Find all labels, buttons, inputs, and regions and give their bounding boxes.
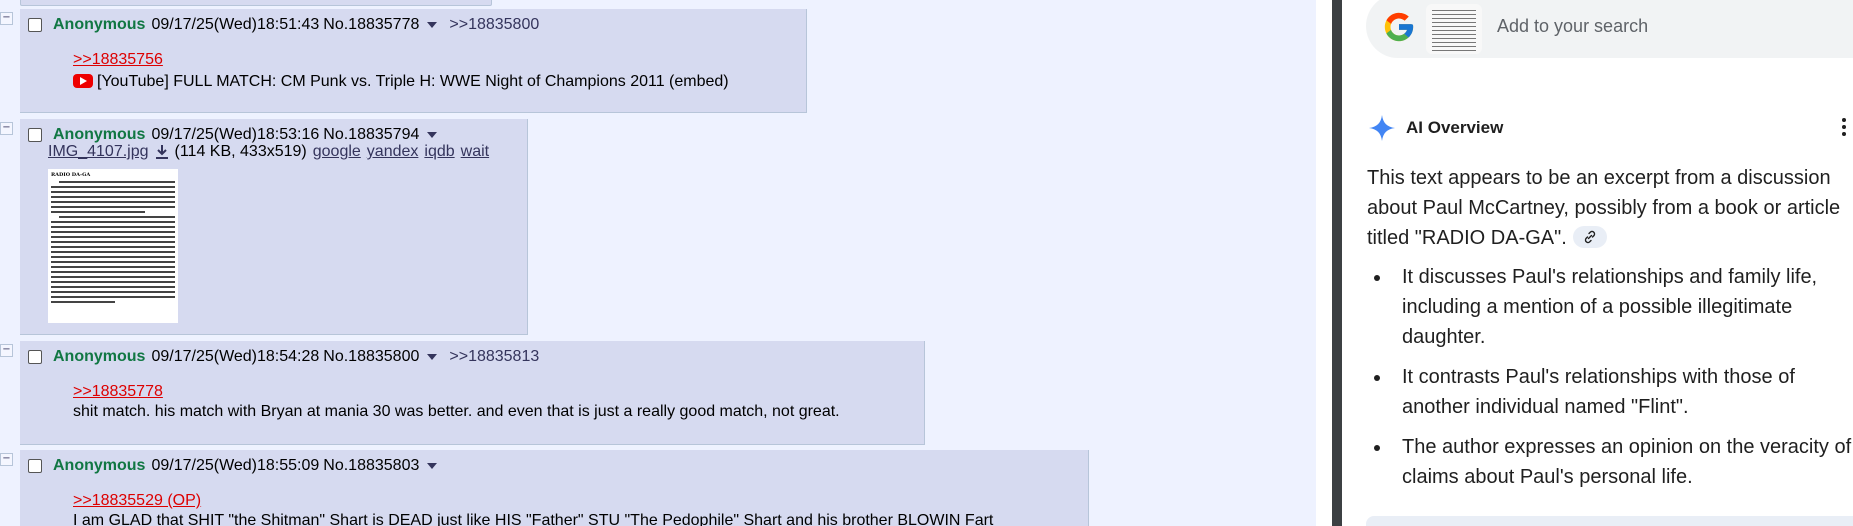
ai-overview-summary: This text appears to be an excerpt from …: [1367, 163, 1853, 253]
quote-link[interactable]: >>18835529 (OP): [73, 492, 201, 510]
search-wait-link[interactable]: wait: [461, 143, 489, 161]
post-menu-caret-icon[interactable]: [427, 354, 438, 360]
poster-name: Anonymous: [53, 16, 146, 33]
post-info: Anonymous 09/17/25(Wed)18:54:28 No.18835…: [28, 345, 539, 369]
download-icon[interactable]: [155, 144, 169, 160]
next-section-edge: [1366, 516, 1853, 526]
ai-overview-title: AI Overview: [1406, 118, 1504, 137]
post-number[interactable]: No.18835778: [323, 16, 419, 34]
post-number[interactable]: No.18835803: [323, 457, 419, 475]
post-info: Anonymous 09/17/25(Wed)18:51:43 No.18835…: [28, 13, 539, 37]
search-google-link[interactable]: google: [313, 143, 361, 161]
post-checkbox[interactable]: [28, 128, 42, 142]
search-input[interactable]: Add to your search: [1497, 16, 1648, 37]
post-message: I am GLAD that SHIT "the Shitman" Shart …: [73, 512, 994, 526]
post-datetime: 09/17/25(Wed)18:51:43: [151, 16, 320, 33]
post-menu-caret-icon[interactable]: [427, 463, 438, 469]
file-info: IMG_4107.jpg (114 KB, 433x519) google ya…: [48, 143, 495, 161]
reply-post: Anonymous 09/17/25(Wed)18:55:09 No.18835…: [20, 450, 1089, 526]
thumbnail-title: RADIO DA-GA: [51, 172, 91, 178]
list-item: It discusses Paul's relationships and fa…: [1374, 262, 1853, 352]
post-checkbox[interactable]: [28, 350, 42, 364]
reply-post: Anonymous 09/17/25(Wed)18:53:16 No.18835…: [20, 119, 528, 335]
search-image-thumbnail[interactable]: [1426, 4, 1482, 54]
file-meta: (114 KB, 433x519): [174, 143, 307, 160]
ai-overview-header: AI Overview: [1368, 114, 1503, 142]
google-side-panel: Add to your search AI Overview This text…: [1342, 0, 1853, 526]
post-menu-caret-icon[interactable]: [427, 132, 438, 138]
google-logo-icon: [1384, 12, 1414, 42]
list-item: The author expresses an opinion on the v…: [1374, 432, 1853, 492]
quote-link[interactable]: >>18835778: [73, 383, 163, 401]
search-yandex-link[interactable]: yandex: [367, 143, 419, 161]
previous-post-edge: [20, 0, 492, 6]
post-message: shit match. his match with Bryan at mani…: [73, 403, 840, 420]
post-datetime: 09/17/25(Wed)18:53:16: [151, 126, 320, 143]
hide-post-icon[interactable]: −: [0, 12, 13, 25]
poster-name: Anonymous: [53, 126, 146, 143]
youtube-embed-text[interactable]: [YouTube] FULL MATCH: CM Punk vs. Triple…: [97, 73, 729, 90]
reply-post: Anonymous 09/17/25(Wed)18:51:43 No.18835…: [20, 9, 807, 113]
hide-post-icon[interactable]: −: [0, 122, 13, 135]
backlink[interactable]: >>18835800: [449, 16, 539, 34]
post-info: Anonymous 09/17/25(Wed)18:55:09 No.18835…: [28, 454, 449, 478]
ai-overview-bullets: It discusses Paul's relationships and fa…: [1374, 262, 1853, 502]
citation-link-icon[interactable]: [1572, 226, 1607, 248]
post-datetime: 09/17/25(Wed)18:55:09: [151, 457, 320, 474]
list-item: It contrasts Paul's relationships with t…: [1374, 362, 1853, 422]
quote-link[interactable]: >>18835756: [73, 51, 163, 69]
post-message: [YouTube] FULL MATCH: CM Punk vs. Triple…: [73, 73, 729, 91]
thread-panel: − Anonymous 09/17/25(Wed)18:51:43 No.188…: [0, 0, 1316, 526]
file-link[interactable]: IMG_4107.jpg: [48, 143, 149, 161]
backlink[interactable]: >>18835813: [449, 348, 539, 366]
post-number[interactable]: No.18835800: [323, 348, 419, 366]
hide-post-icon[interactable]: −: [0, 453, 13, 466]
pane-divider[interactable]: [1332, 0, 1342, 526]
post-number[interactable]: No.18835794: [323, 126, 419, 144]
image-thumbnail[interactable]: RADIO DA-GA: [48, 169, 178, 323]
youtube-icon[interactable]: [73, 74, 93, 88]
post-menu-caret-icon[interactable]: [427, 22, 438, 28]
post-datetime: 09/17/25(Wed)18:54:28: [151, 348, 320, 365]
post-checkbox[interactable]: [28, 18, 42, 32]
more-options-icon[interactable]: [1842, 118, 1846, 139]
poster-name: Anonymous: [53, 348, 146, 365]
hide-post-icon[interactable]: −: [0, 344, 13, 357]
reply-post: Anonymous 09/17/25(Wed)18:54:28 No.18835…: [20, 341, 925, 445]
post-checkbox[interactable]: [28, 459, 42, 473]
pane-gap: [1316, 0, 1332, 526]
poster-name: Anonymous: [53, 457, 146, 474]
search-iqdb-link[interactable]: iqdb: [424, 143, 454, 161]
ai-sparkle-icon: [1369, 115, 1395, 141]
